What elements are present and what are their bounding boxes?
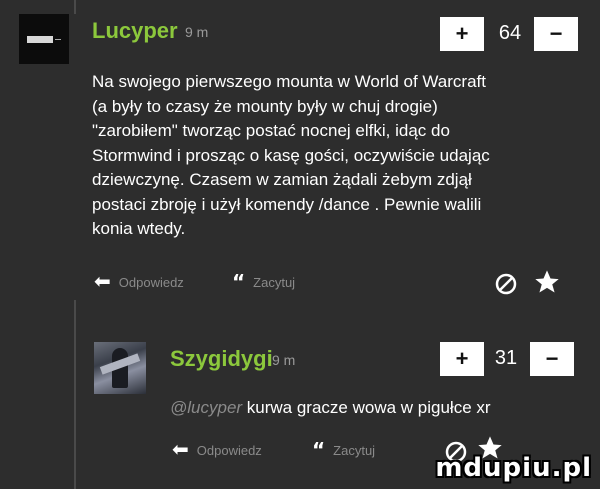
- star-icon[interactable]: [533, 268, 561, 301]
- comment-line: Stormwind i prosząc o kasę gości, oczywi…: [92, 145, 490, 165]
- thread-line: [74, 300, 76, 489]
- reply-label: Odpowiedz: [118, 274, 184, 290]
- plus-icon: +: [455, 346, 469, 371]
- quote-button[interactable]: “ Zacytuj: [232, 272, 295, 292]
- downvote-button[interactable]: −: [534, 17, 578, 51]
- quote-label: Zacytuj: [333, 442, 376, 458]
- block-icon[interactable]: [494, 272, 518, 301]
- minus-icon: −: [545, 346, 559, 371]
- comment-line: "zarobiłem" tworząc postać nocnej elfki,…: [92, 121, 450, 140]
- username[interactable]: Szygidygi: [170, 346, 273, 372]
- comment-text: Na swojego pierwszego mounta w World of …: [92, 70, 490, 242]
- reply-button[interactable]: ⬅ Odpowiedz: [94, 272, 184, 292]
- thread-line: [74, 0, 76, 14]
- comment-body: kurwa gracze wowa w pigułce xr: [242, 398, 491, 417]
- time-ago: 9 m: [272, 352, 296, 368]
- comment-line: Na swojego pierwszego mounta w World of …: [92, 72, 486, 91]
- reply-arrow-icon: ⬅: [94, 271, 111, 293]
- downvote-button[interactable]: −: [530, 342, 574, 376]
- comment-text: @lucyper kurwa gracze wowa w pigułce xr: [170, 396, 491, 421]
- avatar[interactable]: [19, 14, 69, 64]
- reply-label: Odpowiedz: [196, 442, 262, 458]
- quote-label: Zacytuj: [253, 274, 296, 290]
- mention-link[interactable]: @lucyper: [170, 398, 242, 417]
- reply-arrow-icon: ⬅: [172, 439, 189, 461]
- score: 64: [498, 22, 522, 44]
- quote-icon: “: [312, 438, 326, 462]
- avatar[interactable]: [94, 342, 146, 394]
- watermark: mdupiu.pl: [435, 453, 592, 483]
- comment-line: dziewczynę. Czasem w zamian żądali żebym…: [92, 170, 472, 189]
- upvote-button[interactable]: +: [440, 17, 484, 51]
- minus-icon: −: [549, 21, 563, 46]
- quote-button[interactable]: “ Zacytuj: [312, 440, 375, 460]
- time-ago: 9 m: [185, 24, 209, 40]
- reply-button[interactable]: ⬅ Odpowiedz: [172, 440, 262, 460]
- upvote-button[interactable]: +: [440, 342, 484, 376]
- comment-line: (a były to czasy że mounty były w chuj d…: [92, 96, 438, 116]
- quote-icon: “: [232, 270, 246, 294]
- comment-line: postaci zbroję i użył komendy /dance . P…: [92, 194, 482, 214]
- comment-line: konia wtedy.: [92, 219, 186, 238]
- plus-icon: +: [455, 21, 469, 46]
- username[interactable]: Lucyper: [92, 18, 178, 44]
- score: 31: [494, 347, 518, 369]
